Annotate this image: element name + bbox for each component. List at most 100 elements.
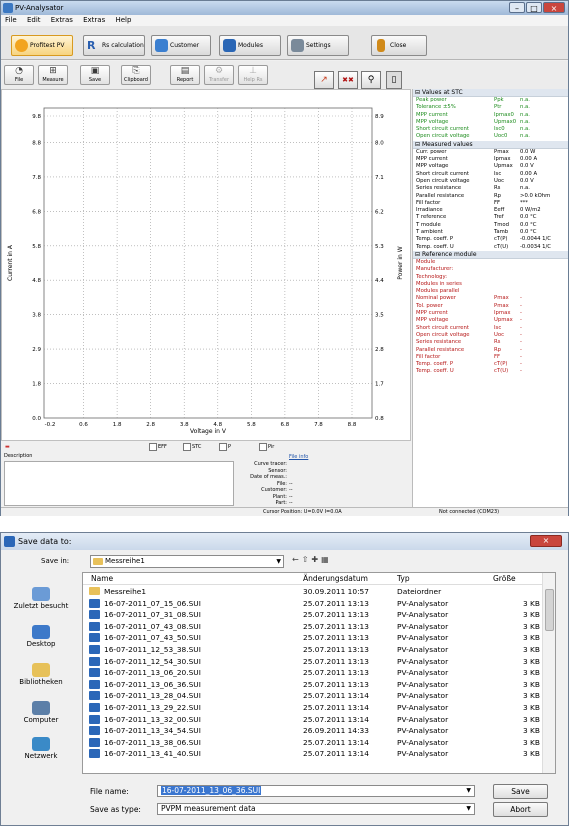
y2-tick-label: 0.8 [375, 416, 384, 422]
new-folder-icon[interactable]: ✚ [311, 555, 321, 564]
measured-row: T ambient Tamb 0.0 °C [413, 229, 568, 236]
file-row[interactable]: 16-07-2011_13_06_36.SUI 25.07.2011 13:13 P… [83, 679, 543, 690]
file-list-scrollbar[interactable] [542, 573, 555, 773]
dialog-save-button[interactable]: Save [493, 784, 548, 799]
folder-row[interactable]: Messreihe1 30.09.2011 10:57 Dateiordner [83, 586, 543, 597]
clipboard-button[interactable]: ⎘ Clipboard [121, 65, 151, 85]
up-folder-icon[interactable]: ⇧ [302, 555, 312, 564]
save-type-select[interactable]: PVPM measurement data ▼ [157, 803, 475, 815]
report-button[interactable]: ▤ Report [170, 65, 200, 85]
checkbox-eff[interactable]: EFF [149, 443, 167, 451]
menu-edit[interactable]: Edit [23, 15, 45, 26]
file-type: PV-Analysator [397, 645, 449, 654]
place-netzwerk[interactable]: Netzwerk [6, 737, 76, 760]
file-row[interactable]: 16-07-2011_13_34_54.SUI 26.09.2011 14:33 P… [83, 725, 543, 736]
dialog-abort-button[interactable]: Abort [493, 802, 548, 817]
file-row[interactable]: 16-07-2011_13_32_00.SUI 25.07.2011 13:14 P… [83, 714, 543, 725]
save-button[interactable]: ▣ Save [80, 65, 110, 85]
menu-extras[interactable]: Extras [47, 15, 77, 26]
menu-help[interactable]: Help [111, 15, 135, 26]
file-button-label: File [14, 77, 24, 83]
column-name[interactable]: Name [91, 573, 113, 585]
file-row[interactable]: 16-07-2011_12_53_38.SUI 25.07.2011 13:13 P… [83, 644, 543, 655]
file-size: 3 KB [523, 598, 540, 608]
chevron-down-icon[interactable]: ▼ [466, 786, 471, 796]
reference-row-col1: Fill factor [416, 353, 441, 360]
description-textarea[interactable] [4, 461, 234, 506]
column-type[interactable]: Typ [397, 573, 410, 585]
nav-customer[interactable]: Customer [151, 35, 211, 56]
file-row[interactable]: 16-07-2011_13_41_40.SUI 25.07.2011 13:14 P… [83, 748, 543, 759]
file-info-label: Part: [275, 500, 287, 506]
maximize-button[interactable]: □ [526, 2, 542, 13]
file-name: 16-07-2011_13_28_04.SUI [104, 691, 201, 701]
transfer-button[interactable]: ⚙ Transfer [204, 65, 234, 85]
measured-header[interactable]: ⊟ Measured values [413, 140, 568, 149]
measure-button[interactable]: ⊞ Measure [38, 65, 68, 85]
checkbox-pir[interactable]: Pir [259, 443, 274, 451]
x-tick-label: 5.8 [247, 422, 256, 428]
file-row[interactable]: 16-07-2011_13_06_20.SUI 25.07.2011 13:13 P… [83, 667, 543, 678]
nav-modules[interactable]: Modules [219, 35, 281, 56]
place-bibliotheken[interactable]: Bibliotheken [6, 663, 76, 686]
place-computer[interactable]: Computer [6, 701, 76, 724]
dialog-toolbar: ←⇧✚▦ [292, 555, 332, 564]
measured-row-col3: 0.0 °C [520, 214, 537, 221]
file-row[interactable]: 16-07-2011_07_43_08.SUI 25.07.2011 13:13 P… [83, 621, 543, 632]
help-rs-button[interactable]: ⊥ Help Rs [238, 65, 268, 85]
x-tick-label: 0.6 [79, 422, 88, 428]
reference-row: Short circuit current Isc - [413, 325, 568, 332]
measured-row-col1: Parallel resistance [416, 192, 465, 199]
reference-header[interactable]: ⊟ Reference module [413, 250, 568, 259]
column-date[interactable]: Änderungsdatum [303, 573, 368, 585]
menu-file[interactable]: File [1, 15, 21, 26]
checkbox-stc[interactable]: STC [183, 443, 201, 451]
file-row[interactable]: 16-07-2011_07_31_08.SUI 25.07.2011 13:13 P… [83, 609, 543, 620]
file-info-value: -- [289, 487, 293, 493]
nav-label: Profitest PV [30, 42, 65, 49]
close-window-button[interactable]: × [543, 2, 565, 13]
file-info-heading[interactable]: File info [289, 454, 308, 460]
nav-label: Customer [170, 42, 200, 49]
dialog-close-button[interactable]: × [530, 535, 562, 547]
file-row[interactable]: 16-07-2011_07_15_06.SUI 25.07.2011 13:13 P… [83, 598, 543, 609]
panel-toggle-button[interactable]: ▯ [386, 71, 402, 89]
save-in-dropdown[interactable]: Messreihe1 ▼ [90, 555, 284, 568]
file-row[interactable]: 16-07-2011_13_38_06.SUI 25.07.2011 13:14 P… [83, 737, 543, 748]
measured-heading: Measured values [421, 140, 473, 148]
nav-profitest-pv[interactable]: Profitest PV [11, 35, 73, 56]
place-zuletzt-besucht[interactable]: Zuletzt besucht [6, 587, 76, 610]
file-row[interactable]: 16-07-2011_07_43_50.SUI 25.07.2011 13:13 P… [83, 632, 543, 643]
menu-extras-2[interactable]: Extras [79, 15, 109, 26]
zoom-arrow-button[interactable]: ↗ [314, 71, 334, 89]
scrollbar-thumb[interactable] [545, 589, 554, 631]
checkbox-p[interactable]: P [219, 443, 231, 451]
nav-settings[interactable]: Settings [287, 35, 349, 56]
place-desktop[interactable]: Desktop [6, 625, 76, 648]
dialog-title-bar: Save data to: × [1, 533, 568, 550]
compare-button[interactable]: ✖✖ [338, 71, 358, 89]
view-menu-icon[interactable]: ▦ [321, 555, 332, 564]
nav-rs-calculation[interactable]: R Rs calculation [83, 35, 145, 56]
stc-header[interactable]: ⊟ Values at STC [413, 89, 568, 97]
place-label: Computer [23, 716, 59, 724]
file-name: 16-07-2011_07_43_08.SUI [104, 621, 201, 631]
file-row[interactable]: 16-07-2011_12_54_30.SUI 25.07.2011 13:13 P… [83, 656, 543, 667]
column-size[interactable]: Größe [493, 573, 516, 585]
back-icon[interactable]: ← [292, 555, 302, 564]
y-tick-label: 6.8 [32, 209, 41, 215]
file-button[interactable]: ◔ File [4, 65, 34, 85]
nav-close[interactable]: Close [371, 35, 427, 56]
reference-row-col2: Uoc [494, 331, 505, 338]
file-row[interactable]: 16-07-2011_13_28_04.SUI 25.07.2011 13:14 P… [83, 690, 543, 701]
minimize-button[interactable]: – [509, 2, 525, 13]
reference-row: Nominal power Pmax - [413, 295, 568, 302]
x-tick-label: 8.8 [348, 422, 357, 428]
file-name-input[interactable]: 16-07-2011_13_06_36.SUI ▼ [157, 785, 475, 797]
file-row[interactable]: 16-07-2011_13_29_22.SUI 25.07.2011 13:14 P… [83, 702, 543, 713]
clipboard-button-label: Clipboard [124, 77, 148, 83]
measured-row: Temp. coeff. P cT(P) -0.0044 1/C [413, 236, 568, 243]
reference-row-col2: Upmax [494, 317, 513, 324]
place-label: Desktop [26, 640, 56, 648]
zoom-button[interactable]: ⚲ [361, 71, 381, 89]
